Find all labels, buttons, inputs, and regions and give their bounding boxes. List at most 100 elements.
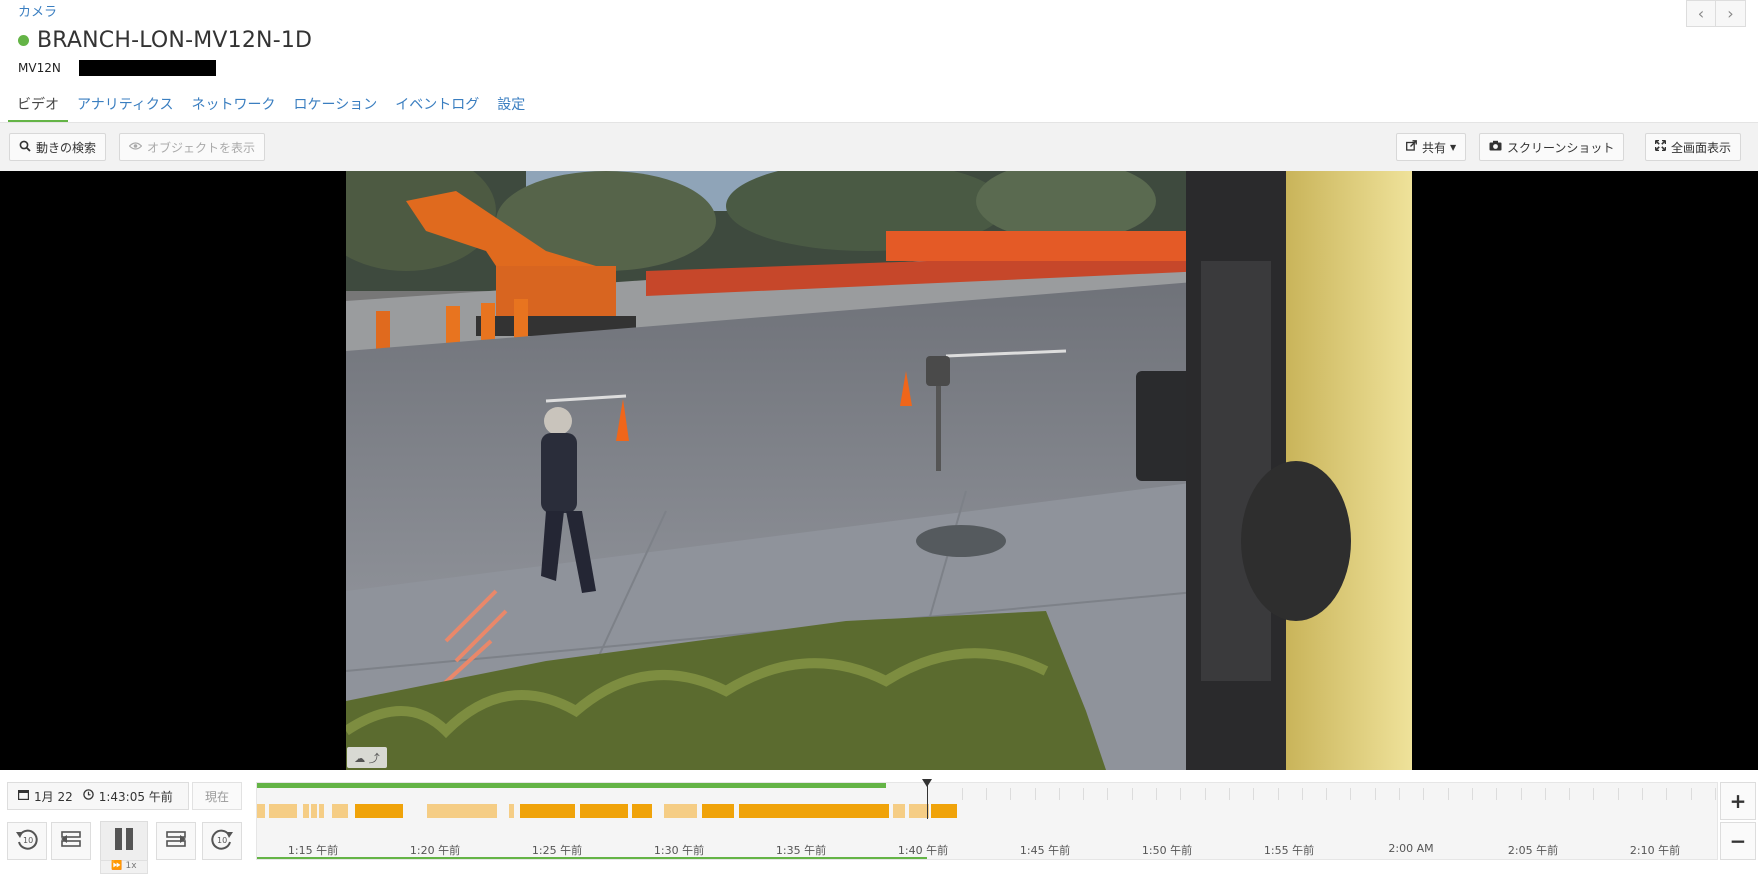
timeline-tick: [1569, 788, 1570, 800]
timeline-label: 1:40 午前: [897, 844, 949, 857]
cloud-archive-badge[interactable]: ☁ ⤴: [347, 747, 387, 768]
timeline-tick: [1205, 788, 1206, 800]
timeline-label: 1:45 午前: [1019, 844, 1071, 857]
svg-text:10: 10: [23, 836, 33, 845]
redacted-serial: [78, 60, 216, 76]
zoom-in-button[interactable]: +: [1720, 782, 1756, 820]
breadcrumb[interactable]: カメラ: [18, 1, 57, 20]
timeline-label: 1:15 午前: [287, 844, 339, 857]
tab-analytics[interactable]: アナリティクス: [68, 90, 182, 122]
tab-video[interactable]: ビデオ: [8, 90, 68, 122]
timeline-tick: [1350, 788, 1351, 800]
rewind-10-button[interactable]: 10: [7, 822, 47, 860]
skip-back-icon: [60, 829, 82, 853]
chevron-right-icon: ›: [1727, 4, 1734, 23]
motion-segment[interactable]: [893, 804, 905, 818]
svg-text:10: 10: [217, 836, 227, 845]
video-toolbar: 動きの検索 オブジェクトを表示 共有 ▼ スクリーンショット 全画面表示: [0, 123, 1758, 171]
timeline-tick: [1302, 788, 1303, 800]
forward-10-button[interactable]: 10: [202, 822, 242, 860]
speed-indicator[interactable]: ⏩ 1x: [100, 860, 148, 874]
motion-segment[interactable]: [303, 804, 309, 818]
played-progress-bar: [257, 857, 927, 859]
minus-icon: −: [1729, 829, 1747, 853]
next-event-button[interactable]: [156, 822, 196, 860]
camera-icon: [1489, 140, 1502, 154]
show-objects-button[interactable]: オブジェクトを表示: [119, 133, 266, 161]
now-button[interactable]: 現在: [192, 782, 242, 810]
timeline-tick: [1715, 788, 1716, 800]
playhead[interactable]: [927, 781, 928, 819]
fullscreen-button[interactable]: 全画面表示: [1645, 133, 1742, 161]
playback-date: 1月 22: [34, 789, 73, 804]
motion-segment[interactable]: [580, 804, 628, 818]
motion-segment[interactable]: [632, 804, 652, 818]
clock-icon: [82, 789, 94, 803]
timeline-tick: [1545, 788, 1546, 800]
search-icon: [19, 140, 31, 155]
motion-segment[interactable]: [664, 804, 697, 818]
camera-feed-image: [346, 171, 1412, 770]
zoom-out-button[interactable]: −: [1720, 822, 1756, 860]
timeline-tick: [1253, 788, 1254, 800]
previous-event-button[interactable]: [51, 822, 91, 860]
motion-segment[interactable]: [257, 804, 265, 818]
motion-segment[interactable]: [427, 804, 497, 818]
timeline-tick: [1156, 788, 1157, 800]
screenshot-button[interactable]: スクリーンショット: [1479, 133, 1625, 161]
next-camera-button[interactable]: ›: [1716, 0, 1746, 27]
timeline-tick: [1399, 788, 1400, 800]
motion-segment[interactable]: [739, 804, 889, 818]
motion-segment[interactable]: [702, 804, 734, 818]
pause-button[interactable]: [100, 821, 148, 861]
motion-segment[interactable]: [520, 804, 575, 818]
eye-icon: [128, 140, 143, 154]
motion-segment[interactable]: [909, 804, 929, 818]
timeline-tick: [1180, 788, 1181, 800]
date-time-picker[interactable]: 1月 22 1:43:05 午前: [7, 782, 189, 810]
timeline-tick: [1423, 788, 1424, 800]
motion-segment[interactable]: [319, 804, 324, 818]
expand-icon: [1654, 139, 1667, 154]
show-objects-label: オブジェクトを表示: [147, 140, 256, 155]
tab-settings[interactable]: 設定: [488, 90, 534, 122]
timeline-scrubber[interactable]: 1:15 午前 1:20 午前 1:25 午前 1:30 午前 1:35 午前 1:40 …: [256, 779, 1718, 860]
timeline-tick: [1375, 788, 1376, 800]
motion-segment[interactable]: [931, 804, 957, 818]
timeline-tick: [1593, 788, 1594, 800]
video-player[interactable]: ☁ ⤴: [0, 171, 1758, 770]
timeline-tick: [1278, 788, 1279, 800]
video-frame[interactable]: [346, 171, 1412, 770]
motion-search-label: 動きの検索: [36, 140, 97, 155]
timeline-label: 2:10 午前: [1629, 844, 1681, 857]
timeline-label: 2:05 午前: [1507, 844, 1559, 857]
tab-network[interactable]: ネットワーク: [182, 90, 284, 122]
timeline-tick: [1229, 788, 1230, 800]
screenshot-label: スクリーンショット: [1507, 140, 1615, 155]
camera-model: MV12N: [18, 61, 61, 75]
motion-segment[interactable]: [355, 804, 403, 818]
motion-segment[interactable]: [332, 804, 348, 818]
chevron-left-icon: ‹: [1697, 4, 1705, 23]
fullscreen-label: 全画面表示: [1671, 140, 1732, 155]
tab-location[interactable]: ロケーション: [284, 90, 386, 122]
motion-segment[interactable]: [269, 804, 297, 818]
tab-event-log[interactable]: イベントログ: [386, 90, 488, 122]
timeline-label: 1:35 午前: [775, 844, 827, 857]
timeline-tick: [1132, 788, 1133, 800]
timeline-tick: [1326, 788, 1327, 800]
fast-forward-icon: ⏩: [111, 861, 126, 871]
motion-segment[interactable]: [311, 804, 317, 818]
timeline-tick: [986, 788, 987, 800]
timeline-label: 1:55 午前: [1263, 844, 1315, 857]
timeline-tick: [1083, 788, 1084, 800]
motion-segment[interactable]: [509, 804, 514, 818]
plus-icon: +: [1729, 789, 1747, 813]
previous-camera-button[interactable]: ‹: [1686, 0, 1716, 27]
caret-down-icon: ▼: [1450, 142, 1457, 152]
motion-search-button[interactable]: 動きの検索: [9, 133, 107, 161]
playback-time: 1:43:05 午前: [98, 789, 173, 804]
timeline-tick: [1642, 788, 1643, 800]
page-title-row: BRANCH-LON-MV12N-1D: [18, 28, 312, 53]
share-button[interactable]: 共有 ▼: [1396, 133, 1467, 161]
